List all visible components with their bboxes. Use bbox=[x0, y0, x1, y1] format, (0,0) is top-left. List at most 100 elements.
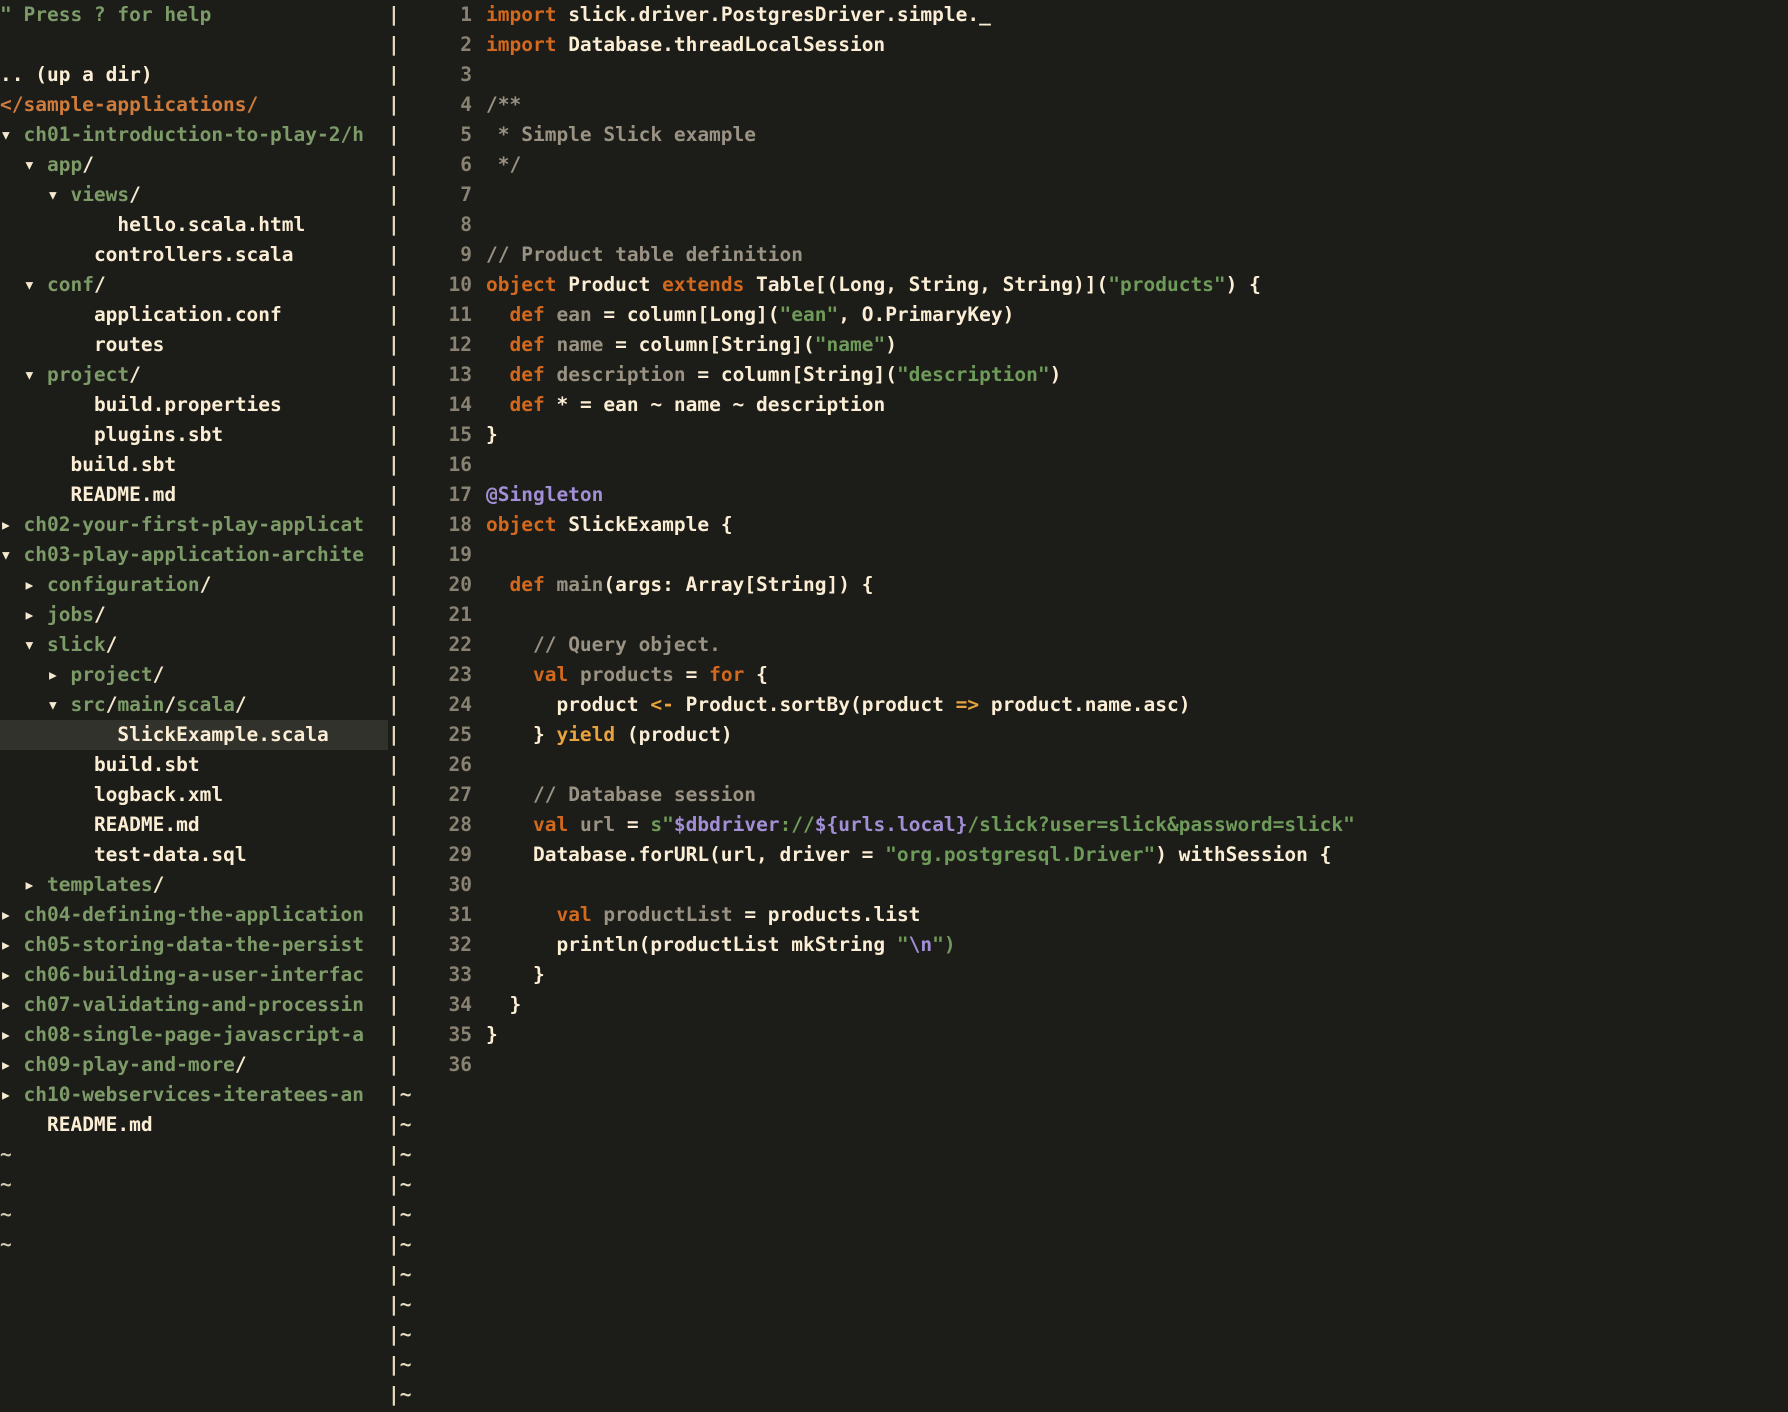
code-line[interactable]: 11 def ean = column[Long]("ean", O.Prima… bbox=[414, 300, 1788, 330]
chevron-right-icon[interactable]: ▸ bbox=[23, 873, 46, 896]
code-line[interactable]: 23 val products = for { bbox=[414, 660, 1788, 690]
code-line[interactable]: 5 * Simple Slick example bbox=[414, 120, 1788, 150]
code-line[interactable]: 9 // Product table definition bbox=[414, 240, 1788, 270]
nerdtree-file-item[interactable]: build.properties bbox=[0, 390, 388, 420]
chevron-down-icon[interactable]: ▾ bbox=[23, 153, 46, 176]
nerdtree-file-item[interactable]: controllers.scala bbox=[0, 240, 388, 270]
code-line[interactable]: 20 def main(args: Array[String]) { bbox=[414, 570, 1788, 600]
nerdtree-file-item[interactable]: build.sbt bbox=[0, 750, 388, 780]
nerdtree-file-item[interactable]: application.conf bbox=[0, 300, 388, 330]
code-line[interactable]: 36 bbox=[414, 1050, 1788, 1080]
code-line[interactable]: 13 def description = column[String]("des… bbox=[414, 360, 1788, 390]
nerdtree-dir-item[interactable]: ▾ ch03-play-application-archite bbox=[0, 540, 388, 570]
nerdtree-file-item[interactable]: README.md bbox=[0, 1110, 388, 1140]
code-line[interactable]: 27 // Database session bbox=[414, 780, 1788, 810]
code-line[interactable]: 28 val url = s"$dbdriver://${urls.local}… bbox=[414, 810, 1788, 840]
nerdtree-file-item[interactable]: SlickExample.scala bbox=[0, 720, 388, 750]
nerdtree-dir-item[interactable]: ▾ project/ bbox=[0, 360, 388, 390]
code-token-id: product.name.asc) bbox=[979, 693, 1191, 716]
code-line[interactable]: 31 val productList = products.list bbox=[414, 900, 1788, 930]
code-line[interactable]: 19 bbox=[414, 540, 1788, 570]
nerdtree-dir-item[interactable]: ▸ configuration/ bbox=[0, 570, 388, 600]
code-line[interactable]: 15} bbox=[414, 420, 1788, 450]
code-line[interactable]: 1 import slick.driver.PostgresDriver.simp… bbox=[414, 0, 1788, 30]
nerdtree-filler-row: ~ bbox=[0, 1140, 388, 1170]
nerdtree-file-item[interactable]: build.sbt bbox=[0, 450, 388, 480]
code-line[interactable]: 26 bbox=[414, 750, 1788, 780]
chevron-right-icon[interactable]: ▸ bbox=[0, 1053, 23, 1076]
code-line[interactable]: 29 Database.forURL(url, driver = "org.po… bbox=[414, 840, 1788, 870]
chevron-down-icon[interactable]: ▾ bbox=[0, 543, 23, 566]
code-line[interactable]: 7 bbox=[414, 180, 1788, 210]
code-line[interactable]: 8 bbox=[414, 210, 1788, 240]
code-line[interactable]: 6 */ bbox=[414, 150, 1788, 180]
nerdtree-dir-item[interactable]: ▸ project/ bbox=[0, 660, 388, 690]
code-line[interactable]: 30 bbox=[414, 870, 1788, 900]
nerdtree-dir-item[interactable]: ▸ ch02-your-first-play-applicat bbox=[0, 510, 388, 540]
chevron-down-icon[interactable]: ▾ bbox=[47, 693, 70, 716]
code-line[interactable]: 35} bbox=[414, 1020, 1788, 1050]
nerdtree-dir-item[interactable]: ▾ views/ bbox=[0, 180, 388, 210]
line-number: 36 bbox=[448, 1053, 472, 1076]
nerdtree-file-item[interactable]: README.md bbox=[0, 480, 388, 510]
nerdtree-file-item[interactable]: test-data.sql bbox=[0, 840, 388, 870]
chevron-right-icon[interactable]: ▸ bbox=[0, 903, 23, 926]
nerdtree-dir-item[interactable]: ▸ templates/ bbox=[0, 870, 388, 900]
code-line[interactable]: 14 def * = ean ~ name ~ description bbox=[414, 390, 1788, 420]
nerdtree-dir-item[interactable]: ▸ ch09-play-and-more/ bbox=[0, 1050, 388, 1080]
chevron-right-icon[interactable]: ▸ bbox=[0, 1083, 23, 1106]
chevron-right-icon[interactable]: ▸ bbox=[47, 663, 70, 686]
code-line[interactable]: 4 /** bbox=[414, 90, 1788, 120]
code-line[interactable]: 21 bbox=[414, 600, 1788, 630]
code-line[interactable]: 24 product <- Product.sortBy(product => … bbox=[414, 690, 1788, 720]
nerdtree-dir-item[interactable]: ▸ jobs/ bbox=[0, 600, 388, 630]
code-line[interactable]: 17 @Singleton bbox=[414, 480, 1788, 510]
chevron-right-icon[interactable]: ▸ bbox=[0, 1023, 23, 1046]
nerdtree-dir-item[interactable]: ▸ ch07-validating-and-processin bbox=[0, 990, 388, 1020]
code-buffer-pane[interactable]: 1 import slick.driver.PostgresDriver.simp… bbox=[414, 0, 1788, 1412]
code-line[interactable]: 32 println(productList mkString "\n") bbox=[414, 930, 1788, 960]
chevron-down-icon[interactable]: ▾ bbox=[23, 273, 46, 296]
code-line[interactable]: 18 object SlickExample { bbox=[414, 510, 1788, 540]
code-line[interactable]: 22 // Query object. bbox=[414, 630, 1788, 660]
nerdtree-dir-item[interactable]: ▾ src/main/scala/ bbox=[0, 690, 388, 720]
nerdtree-dir-item[interactable]: ▸ ch08-single-page-javascript-a bbox=[0, 1020, 388, 1050]
chevron-right-icon[interactable]: ▸ bbox=[0, 963, 23, 986]
nerdtree-dir-item[interactable]: ▸ ch10-webservices-iteratees-an bbox=[0, 1080, 388, 1110]
code-line[interactable]: 34 } bbox=[414, 990, 1788, 1020]
nerdtree-dir-item[interactable]: ▸ ch04-defining-the-application bbox=[0, 900, 388, 930]
nerdtree-file-item[interactable]: logback.xml bbox=[0, 780, 388, 810]
chevron-down-icon[interactable]: ▾ bbox=[47, 183, 70, 206]
nerdtree-file-item[interactable]: README.md bbox=[0, 810, 388, 840]
nerdtree-file-item[interactable]: routes bbox=[0, 330, 388, 360]
file-name-label: README.md bbox=[93, 813, 200, 836]
nerdtree-root-path[interactable]: </sample-applications/ bbox=[0, 90, 388, 120]
code-line[interactable]: 25 } yield (product) bbox=[414, 720, 1788, 750]
code-line[interactable]: 2 import Database.threadLocalSession bbox=[414, 30, 1788, 60]
nerdtree-dir-item[interactable]: ▸ ch05-storing-data-the-persist bbox=[0, 930, 388, 960]
nerdtree-dir-item[interactable]: ▾ slick/ bbox=[0, 630, 388, 660]
chevron-down-icon[interactable]: ▾ bbox=[0, 123, 23, 146]
nerdtree-file-item[interactable]: plugins.sbt bbox=[0, 420, 388, 450]
nerdtree-dir-item[interactable]: ▸ ch06-building-a-user-interfac bbox=[0, 960, 388, 990]
nerdtree-dir-item[interactable]: ▾ conf/ bbox=[0, 270, 388, 300]
chevron-right-icon[interactable]: ▸ bbox=[0, 993, 23, 1016]
chevron-right-icon[interactable]: ▸ bbox=[23, 603, 46, 626]
code-line[interactable]: 33 } bbox=[414, 960, 1788, 990]
arrow-spacer bbox=[23, 1113, 46, 1136]
nerdtree-dir-item[interactable]: ▾ ch01-introduction-to-play-2/h bbox=[0, 120, 388, 150]
chevron-down-icon[interactable]: ▾ bbox=[23, 633, 46, 656]
chevron-right-icon[interactable]: ▸ bbox=[0, 513, 23, 536]
chevron-right-icon[interactable]: ▸ bbox=[23, 573, 46, 596]
code-line-text: // Product table definition bbox=[486, 243, 803, 266]
nerdtree-dir-item[interactable]: ▾ app/ bbox=[0, 150, 388, 180]
code-line[interactable]: 12 def name = column[String]("name") bbox=[414, 330, 1788, 360]
code-line[interactable]: 3 bbox=[414, 60, 1788, 90]
chevron-down-icon[interactable]: ▾ bbox=[23, 363, 46, 386]
code-line[interactable]: 10 object Product extends Table[(Long, St… bbox=[414, 270, 1788, 300]
chevron-right-icon[interactable]: ▸ bbox=[0, 933, 23, 956]
nerdtree-file-explorer[interactable]: " Press ? for help .. (up a dir) </sample… bbox=[0, 0, 388, 1412]
nerdtree-up-a-dir[interactable]: .. (up a dir) bbox=[0, 60, 388, 90]
nerdtree-file-item[interactable]: hello.scala.html bbox=[0, 210, 388, 240]
code-line[interactable]: 16 bbox=[414, 450, 1788, 480]
